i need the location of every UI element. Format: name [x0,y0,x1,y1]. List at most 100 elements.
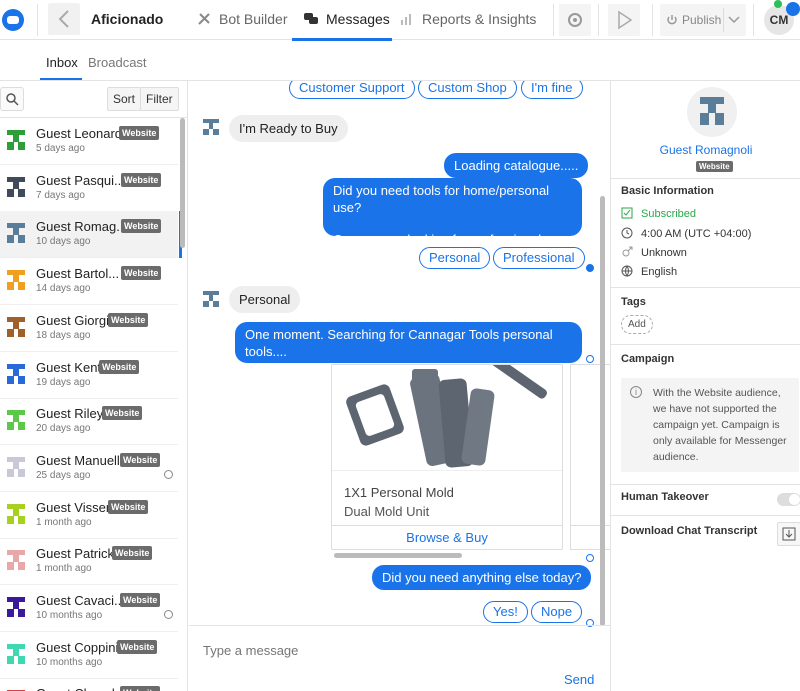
download-transcript-label: Download Chat Transcript [621,525,758,537]
gear-icon [568,13,582,27]
add-tag-button[interactable]: Add [621,315,653,334]
chevron-down-icon[interactable] [728,16,740,24]
active-tab-indicator [292,38,392,41]
conversation-item[interactable]: Guest Bartol... Website 14 days ago [0,258,178,306]
timezone-row: 4:00 AM (UTC +04:00) [621,227,751,240]
conversation-time: 25 days ago [36,469,91,481]
conversation-item[interactable]: Guest Pasqui... Website 7 days ago [0,165,178,212]
online-status-icon [774,0,782,8]
conversation-item[interactable]: Guest Visser Website 1 month ago [0,492,178,539]
quick-reply-button[interactable]: Customer Support [289,81,415,99]
conversation-name: Guest Patrick [36,546,115,562]
conversation-item[interactable]: Guest Cavaci... Website 10 months ago [0,585,178,632]
tools-icon [198,13,210,25]
publish-button[interactable]: Publish [660,4,746,36]
conversation-item[interactable]: Guest Manuelli Website 25 days ago [0,445,178,492]
guest-avatar-icon [7,363,25,384]
conversation-name: Guest Riley [36,406,104,422]
channel-badge: Website [121,266,162,281]
quick-reply-button[interactable]: Yes! [483,601,528,623]
browse-buy-button[interactable]: Browse & Buy [332,525,562,550]
conversation-item[interactable]: Guest Romag... Website 10 days ago [0,211,182,259]
scrollbar[interactable] [600,196,605,626]
play-icon [618,10,633,30]
product-image [332,365,562,471]
conversation-item[interactable]: Guest Riley Website 20 days ago [0,398,178,446]
language-row: English [621,265,677,278]
back-button[interactable] [48,3,80,35]
divider [611,344,800,345]
gender-row: Unknown [621,246,687,259]
read-receipt-icon [586,355,594,363]
channel-badge: Website [696,161,733,172]
channel-badge: Website [99,359,140,374]
scrollbar[interactable] [180,118,185,248]
tab-bot-builder[interactable]: Bot Builder [198,11,287,27]
quick-reply-button[interactable]: I'm fine [521,81,583,99]
divider [611,515,800,516]
tab-reports[interactable]: Reports & Insights [401,11,536,27]
quick-reply-button[interactable]: Professional [493,247,585,269]
conversation-time: 7 days ago [36,189,85,201]
tab-broadcast[interactable]: Broadcast [88,55,147,70]
outgoing-message: Did you need tools for home/personal use… [323,178,582,264]
conversation-item[interactable]: Guest Cheval...Website [0,678,178,691]
read-receipt-icon [586,264,594,272]
conversation-item[interactable]: Guest Patrick Website 1 month ago [0,538,178,586]
settings-button[interactable] [559,4,591,36]
conversation-item[interactable]: Guest Kent Website 19 days ago [0,352,178,399]
quick-reply-button[interactable]: Personal [419,247,491,269]
guest-avatar-icon [7,130,25,150]
guest-avatar-icon [7,410,25,431]
top-bar: Aficionado Bot Builder Messages Reports … [0,0,800,41]
app-logo-icon[interactable] [2,9,24,31]
mold-product-illustration [346,365,547,468]
chevron-left-icon [58,10,69,28]
message-line: Did you need tools for home/personal use… [333,183,550,215]
conversation-time: 18 days ago [36,329,91,341]
conversation-list-panel: Sort Filter Guest Leonard Website 5 days a… [0,81,188,691]
conversation-time: 20 days ago [36,423,91,435]
conversation-item[interactable]: Guest Giorgi Website 18 days ago [0,305,178,352]
carousel-scrollbar[interactable] [334,553,462,558]
crown-icon [786,2,800,16]
product-subtitle: Dual Mold Unit [344,504,430,519]
conversation-time: 14 days ago [36,283,91,295]
channel-badge: Website [119,126,160,140]
gender-icon [622,246,633,257]
search-button[interactable] [0,87,24,111]
send-button[interactable]: Send [564,672,594,687]
download-transcript-button[interactable] [777,522,800,546]
tab-inbox[interactable]: Inbox [46,55,78,70]
conversation-item[interactable]: Guest Coppini Website 10 months ago [0,632,178,679]
quick-reply-button[interactable]: Nope [531,601,583,623]
message-input[interactable] [203,640,583,660]
divider [753,4,754,36]
conversation-time: 19 days ago [36,376,91,388]
status-icon [164,610,173,619]
guest-avatar [687,87,737,137]
conversation-time: 10 days ago [36,236,91,248]
channel-badge: Website [121,219,162,234]
conversation-name: Guest Leonard [36,126,123,141]
status-icon [164,469,173,479]
preview-button[interactable] [608,4,640,36]
tags-heading: Tags [621,296,646,308]
quick-reply-button[interactable]: Custom Shop [418,81,517,99]
download-icon [782,527,796,541]
language-label: English [641,266,678,278]
read-receipt-icon [586,554,594,562]
human-takeover-toggle[interactable] [777,493,800,506]
sort-button[interactable]: Sort [107,87,142,111]
conversation-name: Guest Giorgi [36,312,109,328]
divider [611,178,800,179]
conversation-name: Guest Cavaci... [36,593,125,608]
conversation-item[interactable]: Guest Leonard Website 5 days ago [0,118,178,165]
conversation-name: Guest Romag... [36,219,128,235]
power-icon [667,15,677,25]
tab-messages[interactable]: Messages [304,11,390,27]
tab-label: Messages [326,11,390,27]
filter-button[interactable]: Filter [140,87,179,111]
outgoing-message: One moment. Searching for Cannagar Tools… [235,322,582,363]
conversation-time: 1 month ago [36,516,92,528]
